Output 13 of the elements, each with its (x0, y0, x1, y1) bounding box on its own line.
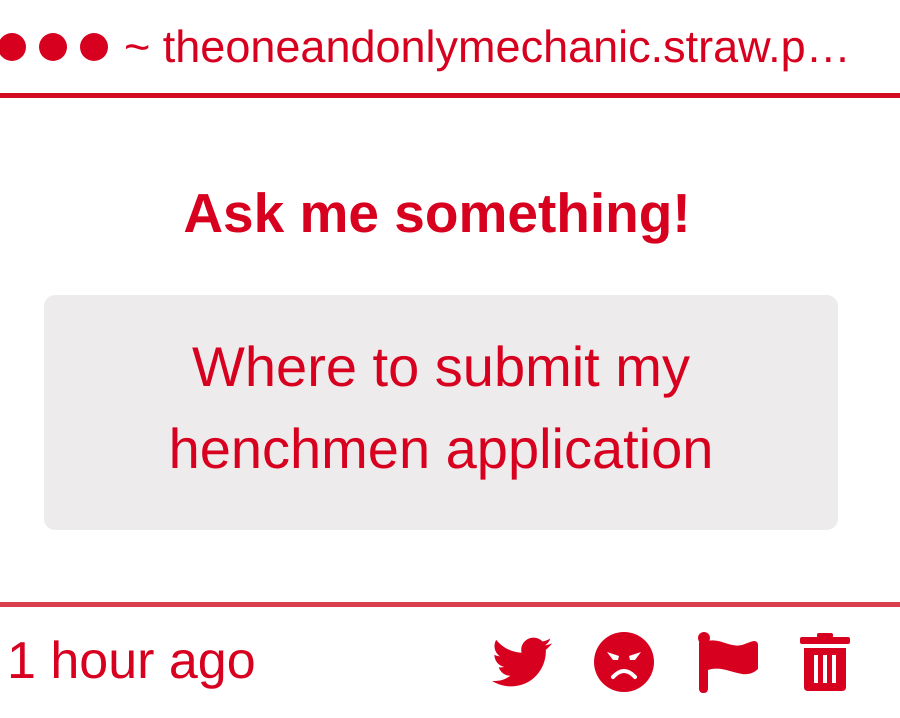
question-text: Where to submit my henchmen application (168, 334, 714, 482)
dot-icon (80, 32, 108, 60)
bird-icon (492, 637, 552, 687)
angry-face-button[interactable] (594, 632, 654, 692)
timestamp: 1 hour ago (7, 635, 256, 687)
flag-icon (696, 631, 758, 693)
bird-button[interactable] (492, 637, 552, 687)
trash-button[interactable] (800, 633, 850, 691)
flag-button[interactable] (696, 631, 758, 693)
angry-face-icon (594, 632, 654, 692)
trash-icon (800, 633, 850, 691)
page-address: ~ theoneandonlymechanic.straw.p… (124, 24, 851, 69)
dot-icon (39, 32, 67, 60)
